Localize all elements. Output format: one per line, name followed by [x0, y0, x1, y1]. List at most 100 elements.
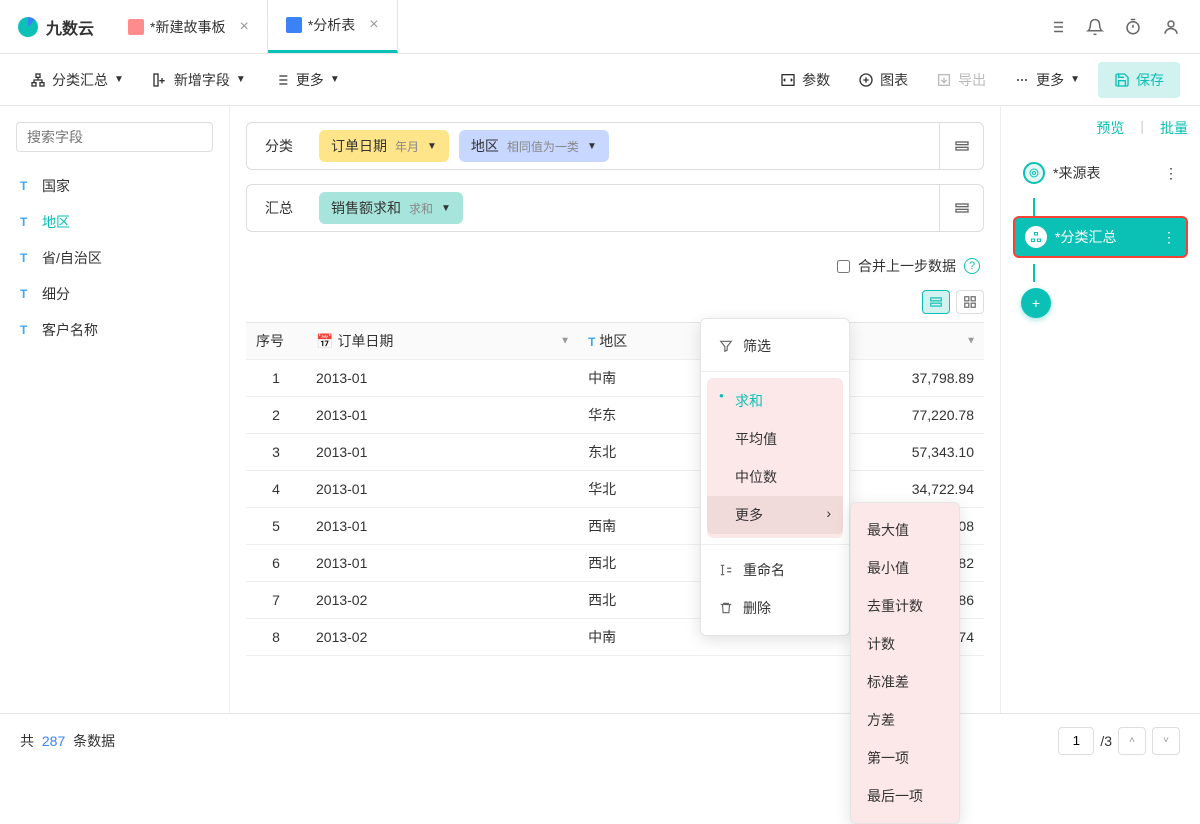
batch-tab[interactable]: 批量	[1160, 118, 1188, 138]
bell-icon[interactable]	[1086, 18, 1104, 36]
filter-menu-item[interactable]: 筛选	[701, 327, 849, 365]
tab-storyboard[interactable]: *新建故事板 ×	[110, 0, 268, 53]
steps-panel: 预览 | 批量 *来源表 ⋮ *分类汇总 ⋮ +	[1000, 106, 1200, 713]
prev-page-button[interactable]: ˄	[1118, 727, 1146, 755]
row-count: 共 287 条数据	[20, 731, 115, 751]
agg-option[interactable]: 第一项	[851, 739, 959, 777]
summary-label: 汇总	[247, 198, 311, 218]
agg-option[interactable]: 最小值	[851, 549, 959, 587]
chevron-down-icon: ▼	[587, 141, 597, 152]
text-type-icon: T	[20, 215, 34, 229]
chevron-down-icon[interactable]: ▼	[560, 336, 570, 347]
search-input[interactable]	[16, 122, 213, 152]
user-icon[interactable]	[1162, 18, 1180, 36]
agg-sum[interactable]: 求和	[707, 382, 843, 420]
save-button[interactable]: 保存	[1098, 62, 1180, 98]
help-icon[interactable]: ?	[964, 258, 980, 274]
aggregate-submenu: 最大值最小值去重计数计数标准差方差第一项最后一项	[850, 502, 960, 824]
save-icon	[1114, 72, 1130, 88]
delete-menu-item[interactable]: 删除	[701, 589, 849, 627]
chevron-down-icon: ▼	[441, 203, 451, 214]
merge-checkbox[interactable]	[837, 260, 850, 273]
rename-menu-item[interactable]: 重命名	[701, 551, 849, 589]
summary-row: 汇总 销售额求和求和▼	[246, 184, 984, 232]
step-node[interactable]: *分类汇总 ⋮	[1013, 216, 1188, 258]
field-panel: T国家T地区T省/自治区T细分T客户名称	[0, 106, 230, 713]
trash-icon	[719, 601, 733, 615]
logo-icon	[16, 15, 40, 39]
dimension-pill[interactable]: 地区相同值为一类▼	[459, 130, 609, 162]
document-tabs: *新建故事板 × *分析表 ×	[110, 0, 398, 53]
merge-option: 合并上一步数据 ?	[246, 246, 984, 286]
toolbar: 分类汇总 ▼ 新增字段 ▼ 更多 ▼ 参数 图表 导出 更多 ▼ 保存	[0, 54, 1200, 106]
table-view-button[interactable]	[922, 290, 950, 314]
field-item[interactable]: T地区	[16, 204, 213, 240]
page-total: /3	[1100, 733, 1112, 749]
column-header[interactable]: 📅订单日期▼	[306, 323, 578, 360]
hierarchy-icon	[30, 72, 46, 88]
app-header: 九数云 *新建故事板 × *分析表 ×	[0, 0, 1200, 54]
export-icon	[936, 72, 952, 88]
close-icon[interactable]: ×	[239, 18, 248, 36]
expand-button[interactable]	[939, 123, 983, 169]
table-row[interactable]: 12013-01中南37,798.89	[246, 360, 984, 397]
more2-button[interactable]: 更多 ▼	[1004, 64, 1090, 96]
add-column-icon	[152, 72, 168, 88]
field-item[interactable]: T细分	[16, 276, 213, 312]
add-field-button[interactable]: 新增字段 ▼	[142, 64, 256, 96]
page-input[interactable]	[1058, 727, 1094, 755]
brand-name: 九数云	[46, 15, 94, 39]
plus-circle-icon	[858, 72, 874, 88]
doc-icon	[128, 19, 144, 35]
timer-icon[interactable]	[1124, 18, 1142, 36]
agg-option[interactable]: 最大值	[851, 511, 959, 549]
chevron-down-icon: ▼	[1070, 74, 1080, 85]
source-node[interactable]: *来源表 ⋮	[1013, 154, 1188, 192]
add-step-button[interactable]: +	[1021, 288, 1051, 318]
agg-median[interactable]: 中位数	[707, 458, 843, 496]
params-button[interactable]: 参数	[770, 64, 840, 96]
dimension-pill[interactable]: 订单日期年月▼	[319, 130, 449, 162]
rows-icon	[929, 295, 943, 309]
more-button[interactable]: 更多 ▼	[264, 64, 350, 96]
expand-button[interactable]	[939, 185, 983, 231]
search-field[interactable]	[27, 129, 208, 145]
agg-option[interactable]: 方差	[851, 701, 959, 739]
next-page-button[interactable]: ˅	[1152, 727, 1180, 755]
field-item[interactable]: T省/自治区	[16, 240, 213, 276]
agg-option[interactable]: 去重计数	[851, 587, 959, 625]
more-vertical-icon[interactable]: ⋮	[1164, 165, 1178, 182]
group-summary-button[interactable]: 分类汇总 ▼	[20, 64, 134, 96]
chevron-down-icon: ▼	[114, 74, 124, 85]
agg-avg[interactable]: 平均值	[707, 420, 843, 458]
agg-option[interactable]: 标准差	[851, 663, 959, 701]
chart-button[interactable]: 图表	[848, 64, 918, 96]
filter-icon	[719, 339, 733, 353]
table-row[interactable]: 32013-01东北57,343.10	[246, 434, 984, 471]
agg-option[interactable]: 最后一项	[851, 777, 959, 815]
dimension-pill[interactable]: 销售额求和求和▼	[319, 192, 463, 224]
table-row[interactable]: 22013-01华东77,220.78	[246, 397, 984, 434]
target-icon	[1023, 162, 1045, 184]
preview-tab[interactable]: 预览	[1096, 118, 1124, 138]
agg-more[interactable]: 更多›	[707, 496, 843, 534]
agg-option[interactable]: 计数	[851, 625, 959, 663]
more-vertical-icon[interactable]: ⋮	[1162, 229, 1176, 246]
layout-icon	[954, 200, 970, 216]
list-icon[interactable]	[1048, 18, 1066, 36]
tab-label: *新建故事板	[150, 17, 225, 37]
chart-icon	[286, 17, 302, 33]
grid-view-button[interactable]	[956, 290, 984, 314]
tab-analysis[interactable]: *分析表 ×	[268, 0, 398, 53]
field-item[interactable]: T国家	[16, 168, 213, 204]
layout-icon	[954, 138, 970, 154]
close-icon[interactable]: ×	[369, 16, 378, 34]
aggregate-menu: 筛选 求和 平均值 中位数 更多› 重命名 删除	[700, 318, 850, 636]
column-header[interactable]: 序号	[246, 323, 306, 360]
footer: 共 287 条数据 /3 ˄ ˅	[0, 713, 1200, 767]
field-item[interactable]: T客户名称	[16, 312, 213, 348]
hierarchy-icon	[1025, 226, 1047, 248]
chevron-down-icon[interactable]: ▼	[966, 336, 976, 347]
header-actions	[1048, 18, 1200, 36]
chevron-down-icon: ▼	[236, 74, 246, 85]
